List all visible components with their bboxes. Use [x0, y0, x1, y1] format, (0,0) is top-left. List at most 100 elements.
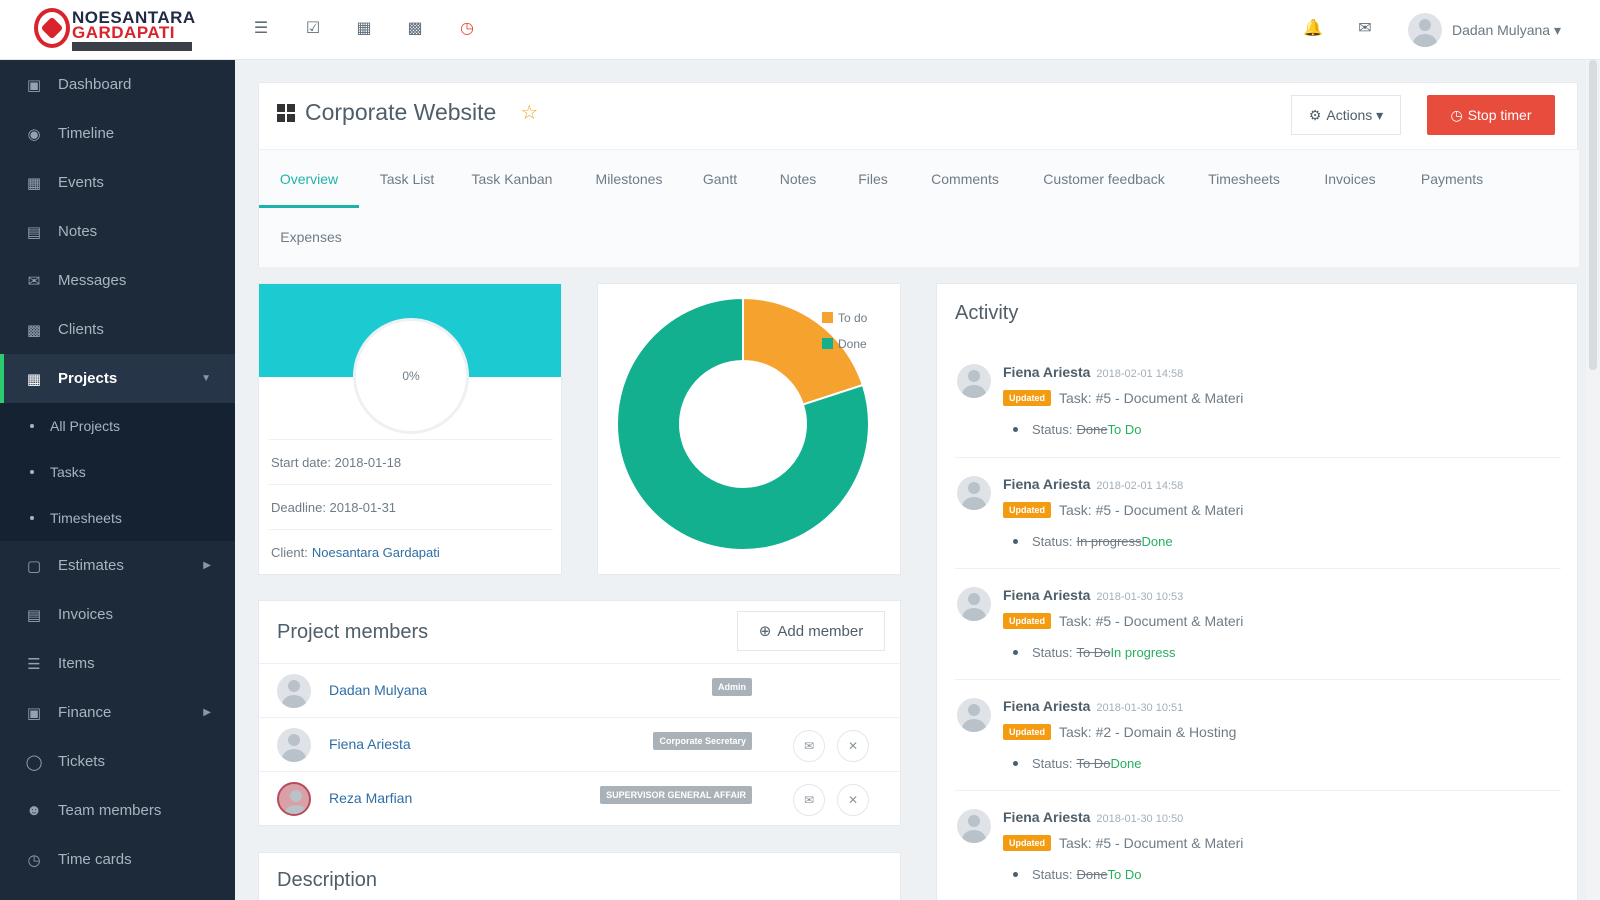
tab-timesheets[interactable]: Timesheets	[1193, 150, 1295, 208]
tab-expenses[interactable]: Expenses	[259, 208, 363, 266]
file-text-icon: ▤	[26, 606, 42, 624]
legend-swatch	[822, 312, 833, 323]
member-row: Fiena Ariesta Corporate Secretary ✉ ✕	[259, 717, 902, 771]
member-name[interactable]: Fiena Ariesta	[329, 736, 411, 752]
sidebar-subitem-tasks[interactable]: Tasks	[0, 449, 235, 495]
scrollbar-thumb[interactable]	[1589, 60, 1597, 370]
sidebar-item-estimates[interactable]: ▢ Estimates ▶	[0, 541, 235, 590]
user-menu[interactable]: Dadan Mulyana ▾	[1408, 12, 1561, 48]
brand-name-line2: GARDAPATI	[72, 23, 176, 42]
activity-time: 2018-01-30 10:53	[1096, 591, 1184, 603]
send-message-button[interactable]: ✉	[793, 784, 825, 816]
activity-status-new: Done	[1110, 756, 1142, 771]
list-icon: ☰	[27, 655, 41, 673]
stop-timer-label: Stop timer	[1467, 107, 1532, 123]
progress-percent: 0%	[402, 369, 420, 383]
sidebar-item-timeline[interactable]: ◉ Timeline	[0, 109, 235, 158]
remove-member-button[interactable]: ✕	[837, 784, 869, 816]
avatar	[957, 587, 991, 621]
tab-notes[interactable]: Notes	[767, 150, 829, 208]
activity-task-link[interactable]: Task: #5 - Document & Materi	[1059, 502, 1243, 518]
sidebar-item-messages[interactable]: ✉ Messages	[0, 256, 235, 305]
member-row: Dadan Mulyana Admin	[259, 663, 902, 717]
legend-label[interactable]: Done	[838, 337, 867, 351]
tab-customer-feedback[interactable]: Customer feedback	[1029, 150, 1179, 208]
start-date: Start date: 2018-01-18	[269, 439, 553, 484]
members-title: Project members	[277, 621, 429, 643]
description-card: Description	[258, 852, 901, 900]
checkbox-icon[interactable]: ☑	[302, 18, 324, 40]
sidebar-item-clients[interactable]: ▩ Clients	[0, 305, 235, 354]
sidebar-item-team-members[interactable]: ☻ Team members	[0, 786, 235, 835]
activity-title: Activity	[955, 302, 1019, 324]
activity-task-link[interactable]: Task: #5 - Document & Materi	[1059, 835, 1243, 851]
sidebar-subitem-all-projects[interactable]: All Projects	[0, 403, 235, 449]
activity-task-link[interactable]: Task: #5 - Document & Materi	[1059, 613, 1243, 629]
bell-icon[interactable]: 🔔	[1302, 18, 1324, 40]
activity-item: Fiena Ariesta 2018-01-30 10:51 Updated Task…	[955, 679, 1561, 791]
timer-icon[interactable]: ◷	[456, 18, 478, 40]
top-bar: NOESANTARA GARDAPATI ☰ ☑ ▦ ▩ ◷ 🔔 ✉ Dadan…	[0, 0, 1600, 60]
brand-logo[interactable]: NOESANTARA GARDAPATI	[34, 6, 199, 52]
tab-files[interactable]: Files	[845, 150, 901, 208]
send-message-button[interactable]: ✉	[793, 730, 825, 762]
avatar	[277, 674, 311, 708]
member-name[interactable]: Reza Marfian	[329, 790, 412, 806]
member-name[interactable]: Dadan Mulyana	[329, 682, 427, 698]
mail-icon[interactable]: ✉	[1354, 18, 1376, 40]
legend-label[interactable]: To do	[838, 311, 868, 325]
sidebar-item-invoices[interactable]: ▤ Invoices	[0, 590, 235, 639]
activity-task-link[interactable]: Task: #5 - Document & Materi	[1059, 390, 1243, 406]
activity-item: Fiena Ariesta 2018-01-30 10:50 Updated Task…	[955, 790, 1561, 900]
sidebar-item-notes[interactable]: ▤ Notes	[0, 207, 235, 256]
logo-mark-icon	[34, 8, 70, 48]
grid-icon[interactable]: ▦	[353, 18, 375, 40]
bullet-icon	[1013, 872, 1018, 877]
list-icon[interactable]: ☰	[250, 18, 272, 40]
add-member-button[interactable]: ⊕ Add member	[737, 611, 885, 651]
tab-task-list[interactable]: Task List	[365, 150, 449, 208]
description-title: Description	[277, 869, 378, 891]
sidebar-item-time-cards[interactable]: ◷ Time cards	[0, 835, 235, 884]
activity-task-line: Updated Task: #5 - Document & Materi	[1003, 502, 1243, 518]
page-scrollbar[interactable]	[1586, 60, 1600, 900]
activity-task-link[interactable]: Task: #2 - Domain & Hosting	[1059, 724, 1236, 740]
client-link[interactable]: Noesantara Gardapati	[312, 545, 440, 560]
sidebar-item-dashboard[interactable]: ▣ Dashboard	[0, 60, 235, 109]
star-icon[interactable]: ☆	[520, 100, 538, 125]
activity-item: Fiena Ariesta 2018-01-30 10:53 Updated Task…	[955, 568, 1561, 680]
sidebar-subitem-timesheets[interactable]: Timesheets	[0, 495, 235, 541]
sidebar-item-items[interactable]: ☰ Items	[0, 639, 235, 688]
activity-user: Fiena Ariesta 2018-01-30 10:51	[1003, 698, 1183, 714]
tab-invoices[interactable]: Invoices	[1309, 150, 1391, 208]
tab-milestones[interactable]: Milestones	[579, 150, 679, 208]
actions-button[interactable]: ⚙ Actions ▾	[1291, 95, 1401, 135]
envelope-icon: ✉	[27, 272, 41, 290]
activity-status-new: In progress	[1110, 645, 1176, 660]
client: Client: Noesantara Gardapati	[269, 529, 553, 574]
bullet-icon	[1013, 761, 1018, 766]
briefcase-icon[interactable]: ▩	[404, 18, 426, 40]
stop-timer-button[interactable]: ◷ Stop timer	[1427, 95, 1555, 135]
tab-comments[interactable]: Comments	[915, 150, 1015, 208]
avatar	[277, 728, 311, 762]
sidebar-subitem-label: Timesheets	[50, 510, 122, 526]
book-icon: ▤	[26, 223, 42, 241]
activity-user: Fiena Ariesta 2018-01-30 10:50	[1003, 809, 1183, 825]
activity-status-label: Status:	[1032, 534, 1073, 549]
remove-member-button[interactable]: ✕	[837, 730, 869, 762]
sidebar-item-projects[interactable]: ▦ Projects ▼	[0, 354, 235, 403]
tab-overview[interactable]: Overview	[259, 150, 359, 208]
chevron-right-icon: ▶	[203, 560, 211, 571]
sidebar-item-finance[interactable]: ▣ Finance ▶	[0, 688, 235, 737]
bullet-icon	[1013, 427, 1018, 432]
activity-badge: Updated	[1003, 502, 1051, 518]
sidebar-item-tickets[interactable]: ◯ Tickets	[0, 737, 235, 786]
actions-label: Actions ▾	[1326, 106, 1384, 123]
activity-status-label: Status:	[1032, 756, 1073, 771]
tab-task-kanban[interactable]: Task Kanban	[457, 150, 567, 208]
sidebar-item-events[interactable]: ▦ Events	[0, 158, 235, 207]
tab-payments[interactable]: Payments	[1405, 150, 1499, 208]
tab-gantt[interactable]: Gantt	[689, 150, 751, 208]
sidebar-subitem-label: All Projects	[50, 418, 121, 434]
